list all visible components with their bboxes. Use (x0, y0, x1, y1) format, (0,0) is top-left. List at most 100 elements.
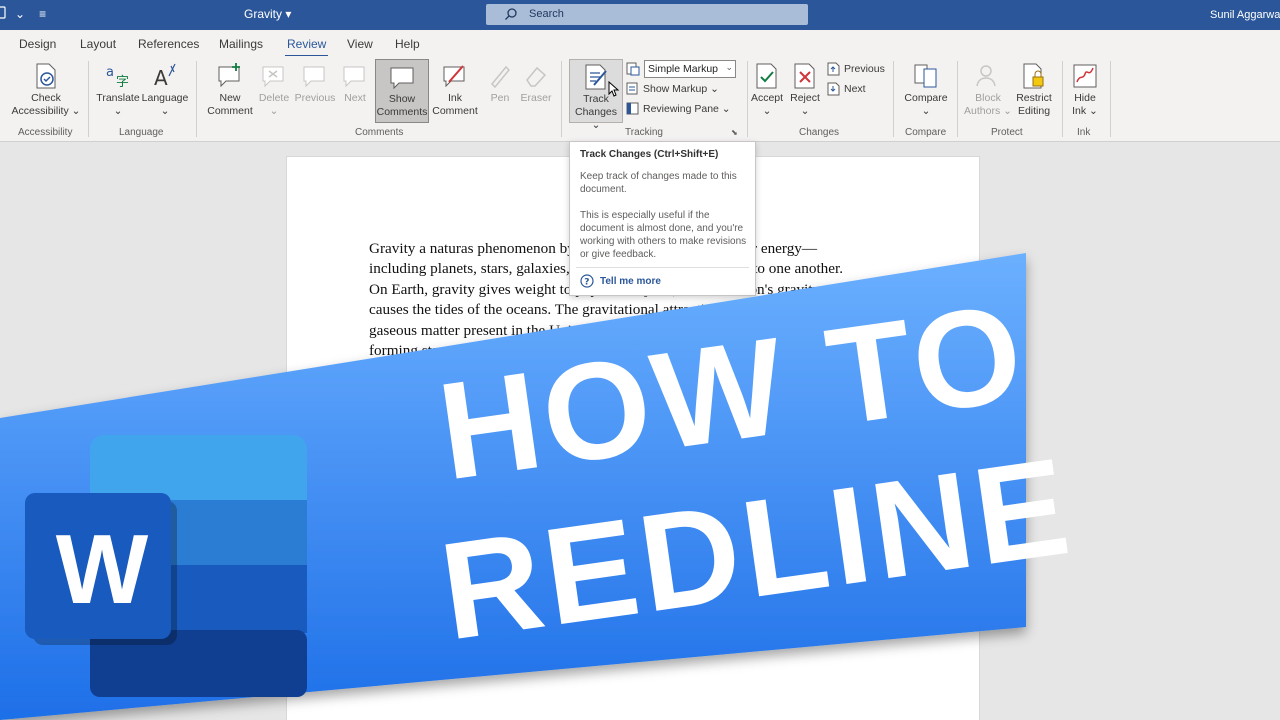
pen-label: Pen (490, 92, 510, 104)
group-separator (893, 61, 894, 137)
new-comment-icon (218, 63, 240, 88)
group-separator (561, 61, 562, 137)
tooltip-title: Track Changes (Ctrl+Shift+E) (580, 149, 719, 160)
help-icon: ? (580, 274, 594, 288)
next-change-label: Next (844, 83, 866, 95)
tell-me-more-link[interactable]: ? Tell me more (580, 274, 661, 288)
restrict-editing-label-1: Restrict (1016, 92, 1052, 104)
customize-qat-icon[interactable]: ≡ (39, 7, 46, 21)
reject-icon (794, 63, 815, 89)
compare-chevron: ⌄ (921, 105, 931, 117)
group-label-changes: Changes (799, 127, 840, 138)
svg-text:?: ? (584, 278, 589, 288)
track-changes-label-1: Track (583, 93, 609, 105)
show-comments-button[interactable]: Show Comments (375, 59, 429, 123)
pen-button[interactable]: Pen (484, 62, 516, 105)
check-accessibility-icon (36, 63, 56, 89)
display-for-review-select[interactable]: Simple Markup ⌄ (644, 60, 736, 78)
group-separator (196, 61, 197, 137)
block-authors-icon (976, 65, 996, 87)
compare-button[interactable]: Compare ⌄ (901, 62, 951, 118)
accept-label: Accept (750, 92, 784, 104)
restrict-editing-label-2: Editing (1017, 105, 1051, 117)
tab-view[interactable]: View (347, 37, 373, 51)
ribbon: Check Accessibility ⌄ Accessibility a 字 … (0, 56, 1280, 142)
language-label: Language (141, 92, 189, 104)
title-bar: ⌄ ≡ Gravity ▾ Search Sunil Aggarwal (0, 0, 1280, 30)
lock-icon (1023, 63, 1044, 89)
document-title[interactable]: Gravity ▾ (244, 7, 291, 21)
autosave-icon[interactable] (0, 6, 7, 20)
delete-comment-icon (262, 66, 284, 88)
new-comment-button[interactable]: New Comment (203, 62, 257, 118)
group-label-compare: Compare (905, 127, 947, 138)
translate-label: Translate (96, 92, 140, 104)
search-box[interactable]: Search (486, 4, 808, 25)
eraser-label: Eraser (520, 92, 552, 104)
display-for-review-value: Simple Markup (648, 63, 719, 75)
tab-layout[interactable]: Layout (80, 37, 116, 51)
next-comment-label: Next (344, 92, 366, 104)
next-comment-icon (343, 66, 365, 88)
mouse-cursor-icon (608, 81, 620, 97)
show-markup-button[interactable]: Show Markup ⌄ (626, 82, 719, 95)
show-comments-label-1: Show (388, 93, 416, 105)
check-accessibility-label-2: Accessibility ⌄ (11, 105, 81, 117)
group-label-protect: Protect (991, 127, 1023, 138)
hide-ink-icon (1073, 64, 1097, 88)
next-change-button[interactable]: Next (827, 82, 866, 96)
next-comment-button[interactable]: Next (338, 62, 372, 105)
check-accessibility-button[interactable]: Check Accessibility ⌄ (10, 62, 82, 118)
hide-ink-button[interactable]: Hide Ink ⌄ (1066, 62, 1104, 118)
tab-help[interactable]: Help (395, 37, 420, 51)
tab-design[interactable]: Design (19, 37, 56, 51)
accept-chevron: ⌄ (762, 105, 772, 117)
new-comment-label-2: Comment (207, 105, 253, 117)
eraser-button[interactable]: Eraser (518, 62, 554, 105)
ink-comment-button[interactable]: Ink Comment (430, 62, 480, 118)
tab-review[interactable]: Review (284, 37, 329, 57)
display-for-review-icon (626, 62, 640, 76)
previous-comment-button[interactable]: Previous (292, 62, 338, 105)
reviewing-pane-button[interactable]: Reviewing Pane ⌄ (626, 102, 731, 115)
hide-ink-label-2: Ink ⌄ (1072, 105, 1098, 117)
show-markup-label: Show Markup ⌄ (643, 82, 719, 95)
previous-comment-label: Previous (294, 92, 336, 104)
tab-mailings[interactable]: Mailings (219, 37, 263, 51)
language-icon: A (154, 63, 176, 90)
track-changes-label-2: Changes ⌄ (574, 106, 618, 131)
svg-text:字: 字 (116, 75, 129, 90)
restrict-editing-button[interactable]: Restrict Editing (1012, 62, 1056, 118)
search-icon (505, 8, 517, 20)
language-button[interactable]: A Language ⌄ (141, 62, 189, 118)
previous-change-icon (827, 62, 840, 76)
group-label-ink: Ink (1077, 127, 1091, 138)
svg-text:A: A (154, 66, 168, 90)
translate-button[interactable]: a 字 Translate ⌄ (95, 62, 141, 118)
group-label-comments: Comments (355, 127, 404, 138)
compare-label: Compare (904, 92, 948, 104)
tooltip-description: Keep track of changes made to this docum… (580, 171, 737, 195)
delete-comment-button[interactable]: Delete ⌄ (257, 62, 291, 118)
previous-change-label: Previous (844, 63, 885, 75)
group-separator (1110, 61, 1111, 137)
accept-button[interactable]: Accept ⌄ (749, 62, 785, 118)
reviewing-pane-label: Reviewing Pane ⌄ (643, 102, 731, 115)
block-authors-button[interactable]: Block Authors ⌄ (963, 62, 1013, 118)
chevron-down-icon: ⌄ (725, 62, 733, 72)
ink-comment-label-1: Ink (447, 92, 462, 104)
tooltip-detail: This is especially useful if the documen… (580, 210, 747, 260)
reject-button[interactable]: Reject ⌄ (788, 62, 822, 118)
group-separator (1062, 61, 1063, 137)
previous-change-button[interactable]: Previous (827, 62, 885, 76)
new-comment-label-1: New (219, 92, 241, 104)
previous-comment-icon (303, 66, 325, 88)
tab-references[interactable]: References (138, 37, 199, 51)
show-markup-icon (626, 82, 638, 95)
tracking-dialog-launcher-icon[interactable]: ⬊ (731, 128, 738, 137)
track-changes-icon (585, 64, 607, 90)
user-name[interactable]: Sunil Aggarwal (1210, 9, 1280, 21)
qat-chevron-icon[interactable]: ⌄ (15, 7, 25, 21)
search-placeholder: Search (529, 8, 564, 20)
document-title-text: Gravity (244, 7, 283, 21)
